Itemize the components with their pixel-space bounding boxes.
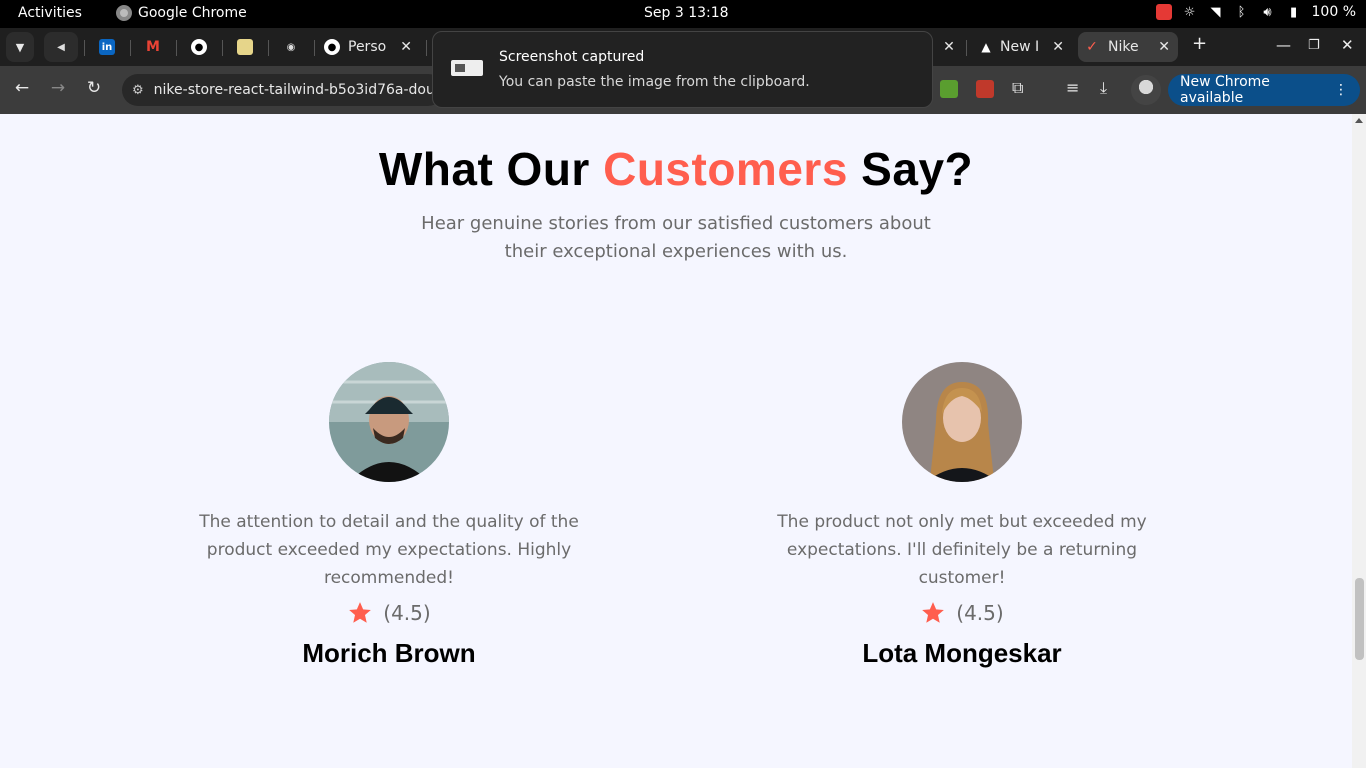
tab-gmail[interactable]: M [136, 32, 170, 62]
close-icon[interactable]: ✕ [400, 39, 412, 55]
nike-icon: ✓ [1086, 39, 1098, 55]
tab-audio[interactable]: ◀ [44, 32, 78, 62]
star-icon [922, 602, 945, 623]
app-menu[interactable]: Google Chrome [116, 5, 247, 21]
new-tab-button[interactable]: + [1192, 33, 1207, 54]
maximize-button[interactable]: ❐ [1308, 38, 1320, 53]
image-icon [237, 39, 253, 55]
system-top-bar: Activities Google Chrome Sep 3 13:18 ☼ ◥… [0, 0, 1366, 28]
close-icon[interactable]: ✕ [943, 39, 955, 55]
forward-button[interactable]: → [46, 78, 70, 98]
section-title: What Our Customers Say? [0, 142, 1352, 196]
chevron-down-icon: ▼ [15, 40, 25, 54]
vercel-icon: ▲ [981, 40, 991, 54]
back-button[interactable]: ← [10, 78, 34, 98]
title-accent: Customers [603, 143, 848, 195]
pdf-extension-icon[interactable] [976, 80, 994, 98]
tab-github[interactable]: ● [182, 32, 216, 62]
github-icon: ● [324, 39, 340, 55]
clock[interactable]: Sep 3 13:18 [644, 5, 729, 21]
tab-title: Nike [1108, 39, 1139, 55]
tab-title: Perso [348, 39, 387, 55]
minimize-button[interactable]: — [1276, 36, 1291, 54]
rating-value: (4.5) [383, 601, 431, 625]
rating: (4.5) [752, 600, 1172, 626]
extension-icon[interactable] [940, 80, 958, 98]
close-icon[interactable]: ✕ [1158, 39, 1170, 55]
battery-percent: 100 % [1311, 4, 1356, 20]
star-icon [349, 602, 372, 623]
title-suffix: Say? [847, 143, 974, 195]
more-vert-icon[interactable]: ⋮ [1334, 82, 1348, 98]
app-name: Google Chrome [138, 5, 247, 21]
gmail-icon: M [146, 39, 160, 55]
screenshot-notification[interactable]: Screenshot captured You can paste the im… [432, 31, 933, 108]
bluetooth-icon: ᛒ [1237, 4, 1246, 20]
rating-value: (4.5) [956, 601, 1004, 625]
tab-search-button[interactable]: ▼ [6, 32, 34, 62]
tab-new[interactable]: ▲ New I ✕ [972, 32, 1072, 62]
rating: (4.5) [179, 600, 599, 626]
screenshot-thumbnail-icon [451, 60, 483, 76]
tab-title: New I [1000, 39, 1040, 55]
customer-photo [902, 362, 1022, 482]
linkedin-icon: in [99, 39, 115, 55]
site-settings-icon[interactable]: ⚙ [132, 83, 144, 98]
reload-button[interactable]: ↻ [82, 78, 106, 98]
copilot-icon: ◉ [286, 41, 296, 53]
testimonial-quote: The attention to detail and the quality … [199, 512, 579, 588]
volume-icon: 🔊︎ [1263, 4, 1272, 20]
page-scrollbar[interactable] [1352, 114, 1366, 768]
scrollbar-thumb[interactable] [1355, 578, 1364, 660]
tab-image[interactable] [228, 32, 262, 62]
system-tray[interactable]: ☼ ◥ ᛒ 🔊︎ ▮ 100 % [1155, 4, 1356, 20]
tab-nike-active[interactable]: ✓ Nike ✕ [1078, 32, 1178, 62]
brightness-icon: ☼ [1183, 4, 1196, 20]
customer-name: Lota Mongeskar [862, 638, 1062, 668]
customer-photo [329, 362, 449, 482]
notification-body: You can paste the image from the clipboa… [499, 74, 810, 90]
download-icon[interactable]: ⤓ [1100, 78, 1107, 98]
testimonial-card: The attention to detail and the quality … [179, 362, 599, 669]
new-chrome-label: New Chrome available [1180, 74, 1270, 106]
media-control-icon[interactable]: ≡ [1066, 78, 1079, 97]
tab-linkedin[interactable]: in [90, 32, 124, 62]
extensions-puzzle-icon[interactable]: ⧉ [1012, 78, 1023, 98]
close-icon[interactable]: ✕ [1052, 39, 1064, 55]
address-bar[interactable]: ⚙ nike-store-react-tailwind-b5o3id76a-do… [122, 74, 444, 106]
new-chrome-available-button[interactable]: New Chrome available ⋮ [1168, 74, 1360, 106]
page-content: What Our Customers Say? Hear genuine sto… [0, 114, 1352, 768]
testimonial-quote: The product not only met but exceeded my… [777, 512, 1147, 588]
scroll-up-icon[interactable] [1355, 118, 1363, 123]
customer-name: Morich Brown [302, 638, 476, 668]
section-subtitle: Hear genuine stories from our satisfied … [421, 213, 931, 262]
wifi-icon: ◥ [1210, 4, 1221, 20]
tab-hidden-close[interactable]: ✕ [936, 32, 962, 62]
github-icon: ● [191, 39, 207, 55]
profile-avatar[interactable] [1131, 75, 1161, 105]
battery-icon: ▮ [1289, 4, 1298, 20]
testimonial-card: The product not only met but exceeded my… [752, 362, 1172, 669]
volume-icon: ◀ [57, 41, 65, 53]
screen-record-icon[interactable] [1155, 4, 1172, 20]
title-prefix: What Our [378, 143, 604, 195]
notification-title: Screenshot captured [499, 49, 645, 65]
close-window-button[interactable]: ✕ [1341, 36, 1354, 54]
activities-button[interactable]: Activities [18, 5, 82, 21]
chrome-icon [116, 5, 132, 21]
tab-copilot[interactable]: ◉ [274, 32, 308, 62]
url-text: nike-store-react-tailwind-b5o3id76a-doug… [153, 82, 444, 98]
tab-personal[interactable]: ● Perso ✕ [320, 32, 420, 62]
